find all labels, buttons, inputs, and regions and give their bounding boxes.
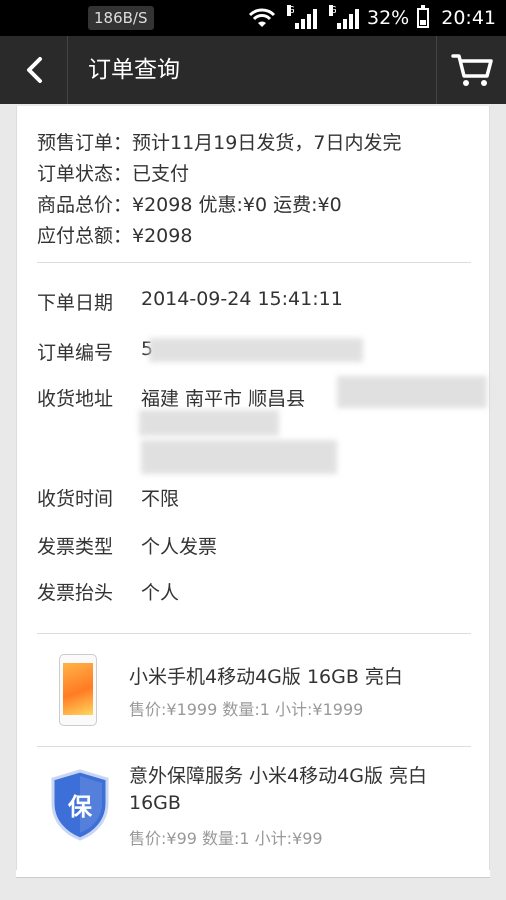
presale-info: 预售订单：预计11月19日发货，7日内发完 [37, 132, 402, 154]
address-label: 收货地址 [37, 388, 114, 410]
address-row: 收货地址 福建 南平市 顺昌县 [37, 384, 305, 411]
delivery-time-label: 收货时间 [37, 488, 114, 510]
order-number-label: 订单编号 [37, 342, 114, 364]
order-number-row: 订单编号 5 [37, 338, 153, 365]
address-value: 福建 南平市 顺昌县 [141, 388, 306, 410]
shield-icon: 保 [49, 769, 111, 845]
order-summary: 预售订单：预计11月19日发货，7日内发完 订单状态：已支付 商品总价：¥209… [37, 128, 401, 252]
order-card: 预售订单：预计11月19日发货，7日内发完 订单状态：已支付 商品总价：¥209… [16, 106, 490, 870]
order-date-row: 下单日期 2014-09-24 15:41:11 [37, 288, 343, 315]
redacted-address [141, 440, 337, 474]
phone-screen [63, 663, 93, 715]
product-meta: 售价:¥1999 数量:1 小计:¥1999 [129, 700, 364, 719]
status-bar: 186B/S G G 32% 20:41 [0, 0, 506, 36]
cart-button[interactable] [436, 36, 506, 104]
cart-icon [451, 54, 493, 86]
redacted-address [139, 410, 279, 436]
signal-icon: G [287, 5, 317, 29]
battery-icon [417, 5, 430, 28]
product-item[interactable]: 保 意外保障服务 小米4移动4G版 亮白 16GB 售价:¥99 数量:1 小计… [37, 747, 471, 865]
shield-glyph: 保 [67, 793, 93, 821]
divider [37, 262, 471, 263]
delivery-time-row: 收货时间 不限 [37, 484, 179, 511]
price-breakdown: 商品总价：¥2098 优惠:¥0 运费:¥0 [37, 194, 342, 216]
redacted-address [337, 376, 487, 408]
redacted-order-number [149, 338, 363, 362]
order-status: 订单状态：已支付 [37, 163, 190, 185]
chevron-left-icon [27, 57, 42, 83]
invoice-type-row: 发票类型 个人发票 [37, 532, 217, 559]
product-name: 意外保障服务 小米4移动4G版 亮白 16GB [129, 765, 427, 814]
product-item[interactable]: 小米手机4移动4G版 16GB 亮白 售价:¥1999 数量:1 小计:¥199… [37, 634, 471, 746]
order-date-value: 2014-09-24 15:41:11 [141, 288, 343, 310]
product-meta: 售价:¥99 数量:1 小计:¥99 [129, 829, 323, 848]
network-type-label: G [287, 5, 295, 16]
net-speed: 186B/S [88, 6, 154, 30]
network-type-label: G [329, 5, 337, 16]
phone-image [59, 654, 97, 726]
invoice-type-value: 个人发票 [141, 536, 218, 558]
page-title: 订单查询 [88, 57, 180, 83]
clock: 20:41 [441, 7, 496, 29]
delivery-time-value: 不限 [141, 488, 180, 510]
invoice-title-row: 发票抬头 个人 [37, 578, 179, 605]
signal-icon: G [329, 5, 359, 29]
wifi-icon [248, 8, 276, 27]
battery-percent: 32% [367, 7, 410, 29]
app-header: 订单查询 [0, 36, 506, 104]
product-name: 小米手机4移动4G版 16GB 亮白 [129, 666, 403, 688]
amount-due: 应付总额：¥2098 [37, 225, 193, 247]
invoice-title-label: 发票抬头 [37, 582, 114, 604]
invoice-type-label: 发票类型 [37, 536, 114, 558]
order-date-label: 下单日期 [37, 292, 114, 314]
card-edge [16, 870, 490, 878]
status-icons: G G 32% 20:41 [247, 0, 496, 36]
invoice-title-value: 个人 [141, 582, 180, 604]
back-button[interactable] [0, 36, 68, 104]
